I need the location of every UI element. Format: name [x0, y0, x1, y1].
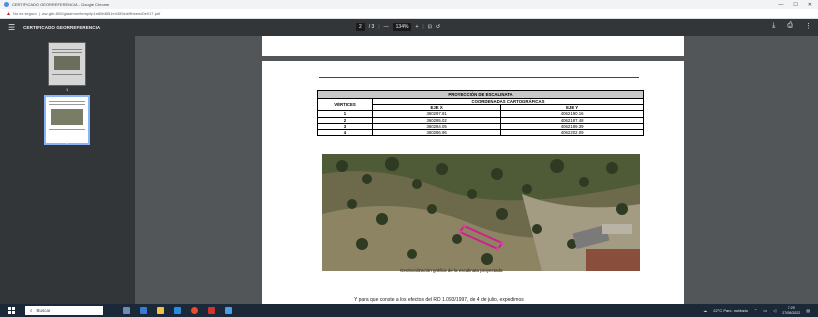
thumbnail-sidebar: 1 2 — [0, 36, 135, 304]
page-thumbnail-1[interactable] — [48, 42, 86, 86]
tray-chevron-icon[interactable]: ⌃ — [754, 308, 757, 313]
table-title: PROYECCIÓN DE ESCALINATA — [317, 90, 644, 99]
taskbar-clock[interactable]: 7:29 27/06/2022 — [782, 306, 800, 315]
col-vertices: VÉRTICES — [317, 97, 373, 112]
toolbar-actions: ⤓ ⎙ ⋮ — [772, 22, 812, 30]
address-bar[interactable]: ▲ No es seguro | ww-gtb-805/gtadmon/temp… — [0, 9, 818, 19]
pdf-page-2: PROYECCIÓN DE ESCALINATA VÉRTICES COORDE… — [262, 61, 684, 304]
certificate-text: Y para que conste a los efectos del RD 1… — [354, 297, 524, 303]
x-cell: 360286.96 — [371, 128, 502, 137]
address-separator: | — [38, 11, 40, 16]
aerial-photo — [322, 154, 640, 271]
maximize-button[interactable]: ☐ — [793, 2, 797, 8]
network-icon[interactable]: ▭ — [763, 308, 767, 313]
zoom-input[interactable]: 134% — [392, 23, 412, 31]
thumbnail-number: 1 — [66, 87, 69, 92]
header-rule — [319, 77, 639, 78]
page-zoom-controls: 2 / 3 | — 134% + | ⊡ ↺ — [356, 23, 440, 31]
close-button[interactable]: ✕ — [808, 2, 812, 8]
thumb-text-line — [52, 74, 82, 75]
thumb-text-line — [52, 52, 82, 53]
document-title: CERTIFICADO GEORREFERENCIA — [23, 25, 101, 30]
fit-page-icon[interactable]: ⊡ — [428, 24, 432, 30]
minimize-button[interactable]: — — [778, 2, 783, 8]
zoom-out-button[interactable]: — — [384, 24, 389, 30]
thumb-image — [54, 56, 80, 70]
thumb-image — [51, 109, 83, 125]
system-tray: ☁ 22°C Parc. nublado ⌃ ▭ ◁ 7:29 27/06/20… — [703, 306, 810, 315]
windows-taskbar: ⌕ Buscar ☁ 22°C Parc. nublado ⌃ ▭ ◁ 7:29… — [0, 304, 818, 317]
download-icon[interactable]: ⤓ — [772, 22, 775, 30]
more-icon[interactable]: ⋮ — [805, 22, 812, 30]
rotate-icon[interactable]: ↺ — [436, 24, 440, 30]
vertex-cell: 4 — [317, 128, 373, 137]
pdf-toolbar: ☰ CERTIFICADO GEORREFERENCIA 2 / 3 | — 1… — [0, 19, 818, 36]
page-number-input[interactable]: 2 — [356, 23, 365, 31]
pdf-page-1 — [262, 36, 684, 56]
edge-icon[interactable] — [140, 307, 147, 314]
windows-start-icon[interactable] — [8, 307, 15, 314]
thumb-text-line — [49, 101, 85, 102]
volume-icon[interactable]: ◁ — [773, 308, 776, 313]
y-cell: 4062202.09 — [500, 128, 644, 137]
menu-icon[interactable]: ☰ — [8, 23, 15, 32]
page-thumbnail-2[interactable] — [44, 95, 90, 145]
thumbnail-number: 2 — [66, 140, 69, 145]
security-label: No es seguro — [12, 11, 37, 16]
window-title: CERTIFICADO GEORREFERENCIA - Google Chro… — [12, 2, 110, 7]
aerial-photo-svg — [322, 154, 640, 271]
taskbar-apps — [123, 307, 232, 314]
warning-icon[interactable]: ▲ — [6, 11, 11, 17]
task-view-icon[interactable] — [123, 307, 130, 314]
window-controls: — ☐ ✕ — [778, 0, 812, 9]
file-explorer-icon[interactable] — [157, 307, 164, 314]
notifications-icon[interactable]: ▤ — [806, 308, 810, 313]
chrome-favicon-icon — [4, 2, 9, 7]
chrome-icon[interactable] — [191, 307, 198, 314]
toolbar-divider: | — [422, 24, 424, 30]
mail-icon[interactable] — [225, 307, 232, 314]
weather-text[interactable]: 22°C Parc. nublado — [713, 308, 748, 313]
store-icon[interactable] — [174, 307, 181, 314]
taskbar-search-input[interactable]: ⌕ Buscar — [25, 306, 103, 315]
coordinates-table: PROYECCIÓN DE ESCALINATA VÉRTICES COORDE… — [317, 90, 644, 137]
search-icon: ⌕ — [30, 308, 33, 313]
toolbar-divider: | — [378, 24, 380, 30]
photo-caption: Geolocalización gráfica de la escalinata… — [400, 268, 503, 273]
zoom-in-button[interactable]: + — [415, 24, 418, 30]
page-total: / 3 — [368, 24, 375, 30]
table-row: 4 360286.96 4062202.09 — [317, 128, 644, 137]
print-icon[interactable]: ⎙ — [787, 22, 793, 30]
window-titlebar: CERTIFICADO GEORREFERENCIA - Google Chro… — [0, 0, 818, 9]
pdf-app-icon[interactable] — [208, 307, 215, 314]
search-placeholder: Buscar — [36, 308, 51, 313]
thumb-text-line — [49, 104, 85, 105]
thumb-text-line — [49, 129, 85, 130]
weather-icon[interactable]: ☁ — [703, 308, 707, 313]
url-text[interactable]: ww-gtb-805/gtadmon/temp/tp1e88b8f51e4455… — [42, 11, 160, 16]
clock-date: 27/06/2022 — [782, 310, 801, 315]
thumb-text-line — [52, 49, 82, 50]
